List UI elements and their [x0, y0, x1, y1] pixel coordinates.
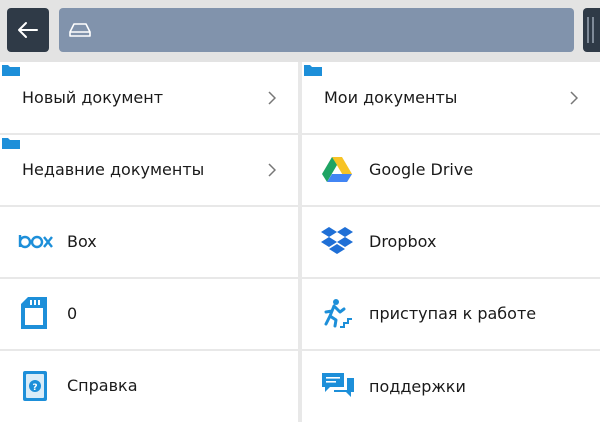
folder-icon [304, 65, 322, 76]
item-label: 0 [67, 304, 78, 323]
item-new-document[interactable]: Новый документ [0, 62, 298, 133]
folder-icon [2, 65, 20, 76]
arrow-left-icon [18, 22, 38, 38]
chat-icon [322, 373, 354, 397]
sd-card-icon [21, 297, 47, 329]
item-label: Box [67, 232, 97, 251]
top-toolbar [0, 0, 600, 62]
chevron-right-icon [570, 91, 578, 105]
drive-icon [69, 23, 91, 37]
item-label: Справка [67, 376, 138, 395]
item-help[interactable]: ? Справка [0, 351, 298, 422]
running-person-icon [324, 299, 352, 328]
location-grid: Новый документ Мои документы Недавние до… [0, 62, 600, 422]
item-label: Google Drive [369, 160, 474, 179]
item-label: Мои документы [324, 88, 458, 107]
item-sd-card[interactable]: 0 [0, 279, 298, 349]
side-panel-handle[interactable] [583, 8, 600, 52]
item-support[interactable]: поддержки [302, 351, 600, 422]
back-button[interactable] [7, 8, 49, 52]
item-label: приступая к работе [369, 304, 537, 323]
help-icon: ? [23, 371, 47, 401]
chevron-right-icon [268, 91, 276, 105]
item-box[interactable]: Box [0, 207, 298, 277]
item-getting-started[interactable]: приступая к работе [302, 279, 600, 349]
box-logo-icon [18, 235, 53, 249]
item-label: Недавние документы [22, 160, 205, 179]
chevron-right-icon [268, 163, 276, 177]
item-label: Dropbox [369, 232, 437, 251]
svg-text:?: ? [32, 383, 37, 393]
item-my-documents[interactable]: Мои документы [302, 62, 600, 133]
folder-icon [2, 138, 20, 149]
item-google-drive[interactable]: Google Drive [302, 135, 600, 205]
item-recent-documents[interactable]: Недавние документы [0, 135, 298, 205]
google-drive-icon [322, 157, 352, 182]
dropbox-icon [321, 227, 353, 254]
item-label: Новый документ [22, 88, 164, 107]
item-dropbox[interactable]: Dropbox [302, 207, 600, 277]
item-label: поддержки [369, 377, 466, 396]
address-bar[interactable] [59, 8, 574, 52]
